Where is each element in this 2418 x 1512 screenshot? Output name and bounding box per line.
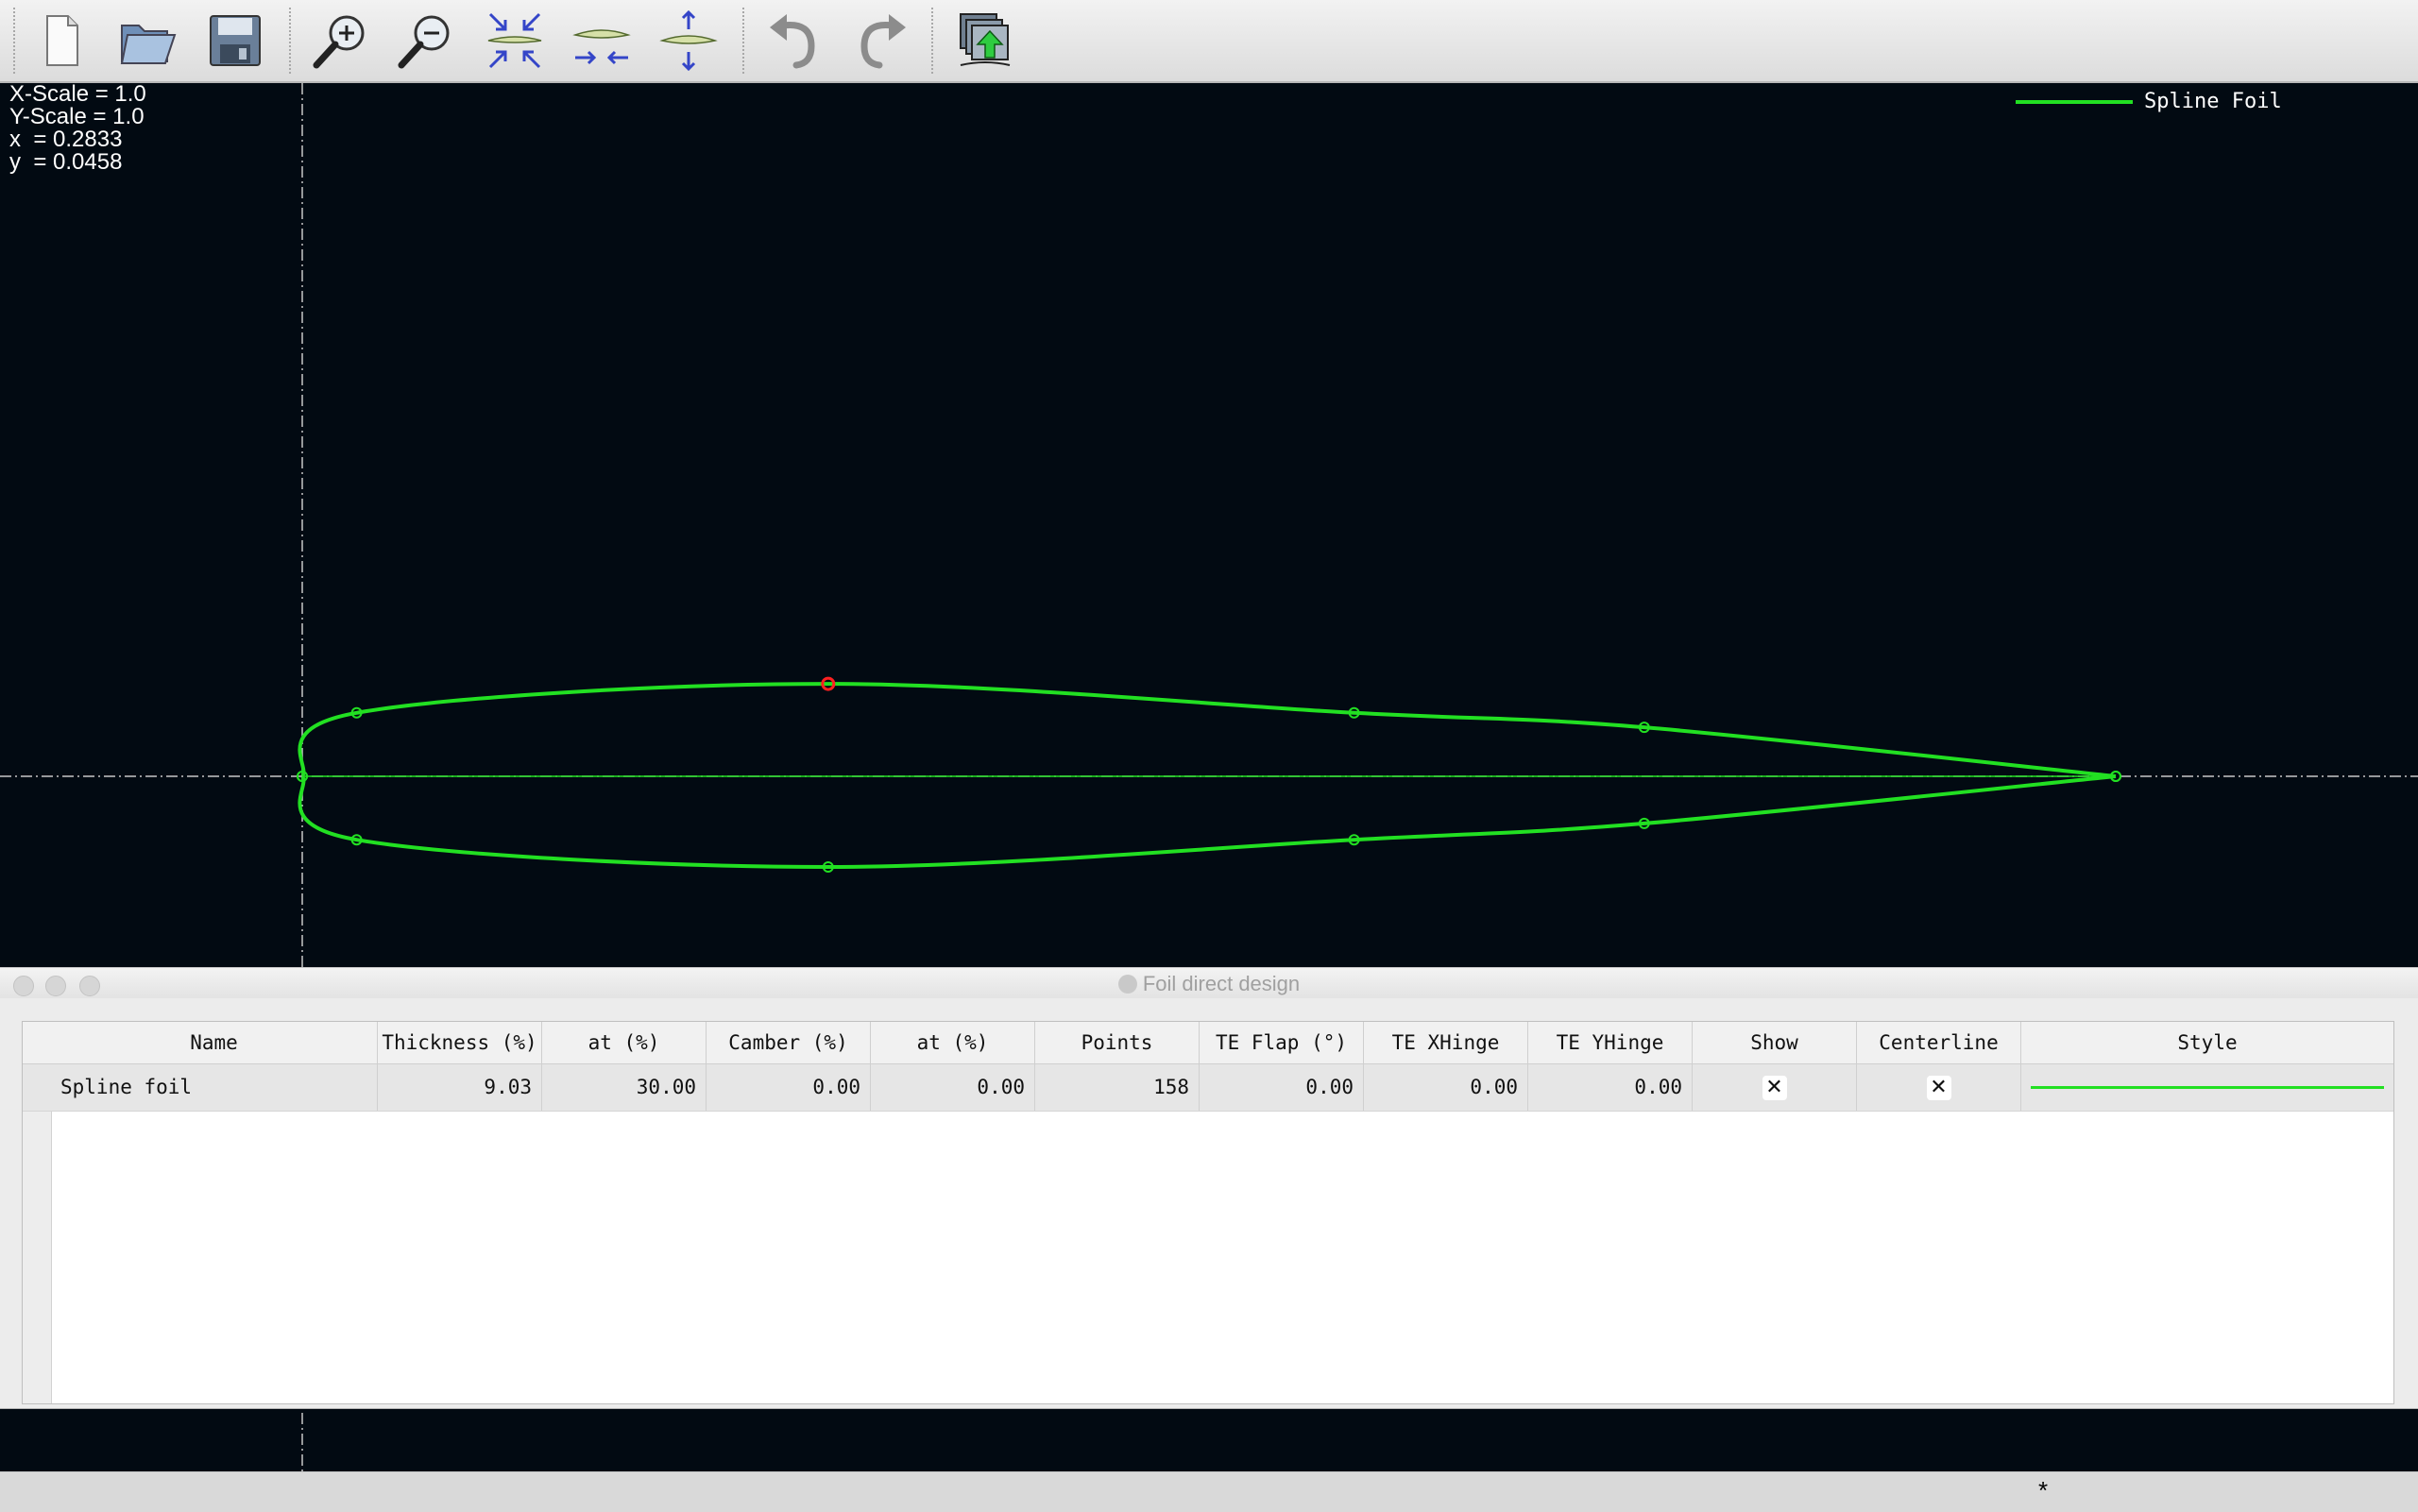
panel-title-text: Foil direct design [1142,972,1301,995]
cell-thickness[interactable]: 9.03 [378,1064,542,1111]
cell-thickness-at[interactable]: 30.00 [542,1064,707,1111]
cell-style[interactable] [2021,1064,2393,1111]
reset-y-scale-icon [659,10,718,71]
cell-show: ✕ [1693,1064,1857,1111]
foil-direct-design-panel: Foil direct design Name Thickness (%) at… [0,967,2418,1409]
open-button[interactable] [113,8,183,74]
cell-name[interactable]: Spline foil [51,1064,378,1111]
centerline-checkbox[interactable]: ✕ [1926,1076,1951,1100]
save-disk-icon [210,15,261,66]
undo-button[interactable] [759,8,829,74]
column-header-te-flap[interactable]: TE Flap (°) [1200,1022,1364,1063]
new-file-icon [46,15,78,66]
toolbar-separator [742,8,744,74]
foil-table[interactable]: Name Thickness (%) at (%) Camber (%) at … [22,1021,2394,1404]
cell-te-yhinge[interactable]: 0.00 [1528,1064,1693,1111]
toolbar-grip[interactable] [13,8,15,74]
table-row[interactable]: Spline foil 9.03 30.00 0.00 0.00 158 0.0… [23,1064,2393,1112]
reset-x-scale-icon [572,29,631,65]
cursor-y-readout: y = 0.0458 [9,149,123,175]
column-header-show[interactable]: Show [1693,1022,1857,1063]
redo-icon [860,14,906,69]
view-info-overlay: X-Scale = 1.0 Y-Scale = 1.0 x = 0.2833 y… [9,83,146,174]
cell-camber[interactable]: 0.00 [707,1064,871,1111]
zoom-out-icon [398,15,450,69]
open-folder-icon [120,25,177,64]
new-file-button[interactable] [26,8,96,74]
reset-x-scale-button[interactable] [567,8,637,74]
cell-te-xhinge[interactable]: 0.00 [1364,1064,1528,1111]
panel-titlebar[interactable]: Foil direct design [0,968,2418,998]
status-text: * [2038,1476,2049,1504]
table-header: Name Thickness (%) at (%) Camber (%) at … [23,1022,2393,1064]
cell-te-flap[interactable]: 0.00 [1200,1064,1364,1111]
style-line-swatch [2031,1086,2384,1089]
zoom-in-icon [313,15,365,69]
cursor-x-readout: x = 0.2833 [9,127,123,152]
y-scale-readout: Y-Scale = 1.0 [9,104,145,129]
x-scale-readout: X-Scale = 1.0 [9,81,146,107]
cell-points[interactable]: 158 [1035,1064,1200,1111]
zoom-in-button[interactable] [306,8,376,74]
store-foil-button[interactable] [950,8,1020,74]
column-header-points[interactable]: Points [1035,1022,1200,1063]
toolbar [0,0,2418,83]
zoom-out-button[interactable] [391,8,461,74]
toolbar-separator [289,8,291,74]
column-header-name[interactable]: Name [51,1022,378,1063]
column-header-style[interactable]: Style [2021,1022,2393,1063]
column-header-centerline[interactable]: Centerline [1857,1022,2021,1063]
column-header-camber-at[interactable]: at (%) [871,1022,1035,1063]
legend-swatch [2016,99,2133,104]
save-button[interactable] [200,8,270,74]
store-foil-icon [960,13,1011,66]
reset-y-scale-button[interactable] [654,8,724,74]
reset-view-icon [487,12,542,69]
column-header-te-xhinge[interactable]: TE XHinge [1364,1022,1528,1063]
column-header-thickness[interactable]: Thickness (%) [378,1022,542,1063]
undo-icon [770,14,815,69]
cell-camber-at[interactable]: 0.00 [871,1064,1035,1111]
toolbar-separator [931,8,933,74]
legend-label: Spline Foil [2144,90,2282,113]
column-header-thickness-at[interactable]: at (%) [542,1022,707,1063]
app-icon [1117,975,1137,994]
cell-centerline: ✕ [1857,1064,2021,1111]
panel-title: Foil direct design [0,972,2418,996]
lower-surface-curve [298,774,2117,870]
column-header-camber[interactable]: Camber (%) [707,1022,871,1063]
reset-view-button[interactable] [480,8,550,74]
upper-surface-curve [298,682,2117,778]
redo-button[interactable] [846,8,916,74]
legend: Spline Foil [2016,90,2282,113]
show-checkbox[interactable]: ✕ [1762,1076,1787,1100]
column-header-te-yhinge[interactable]: TE YHinge [1528,1022,1693,1063]
status-bar: * [0,1471,2418,1512]
